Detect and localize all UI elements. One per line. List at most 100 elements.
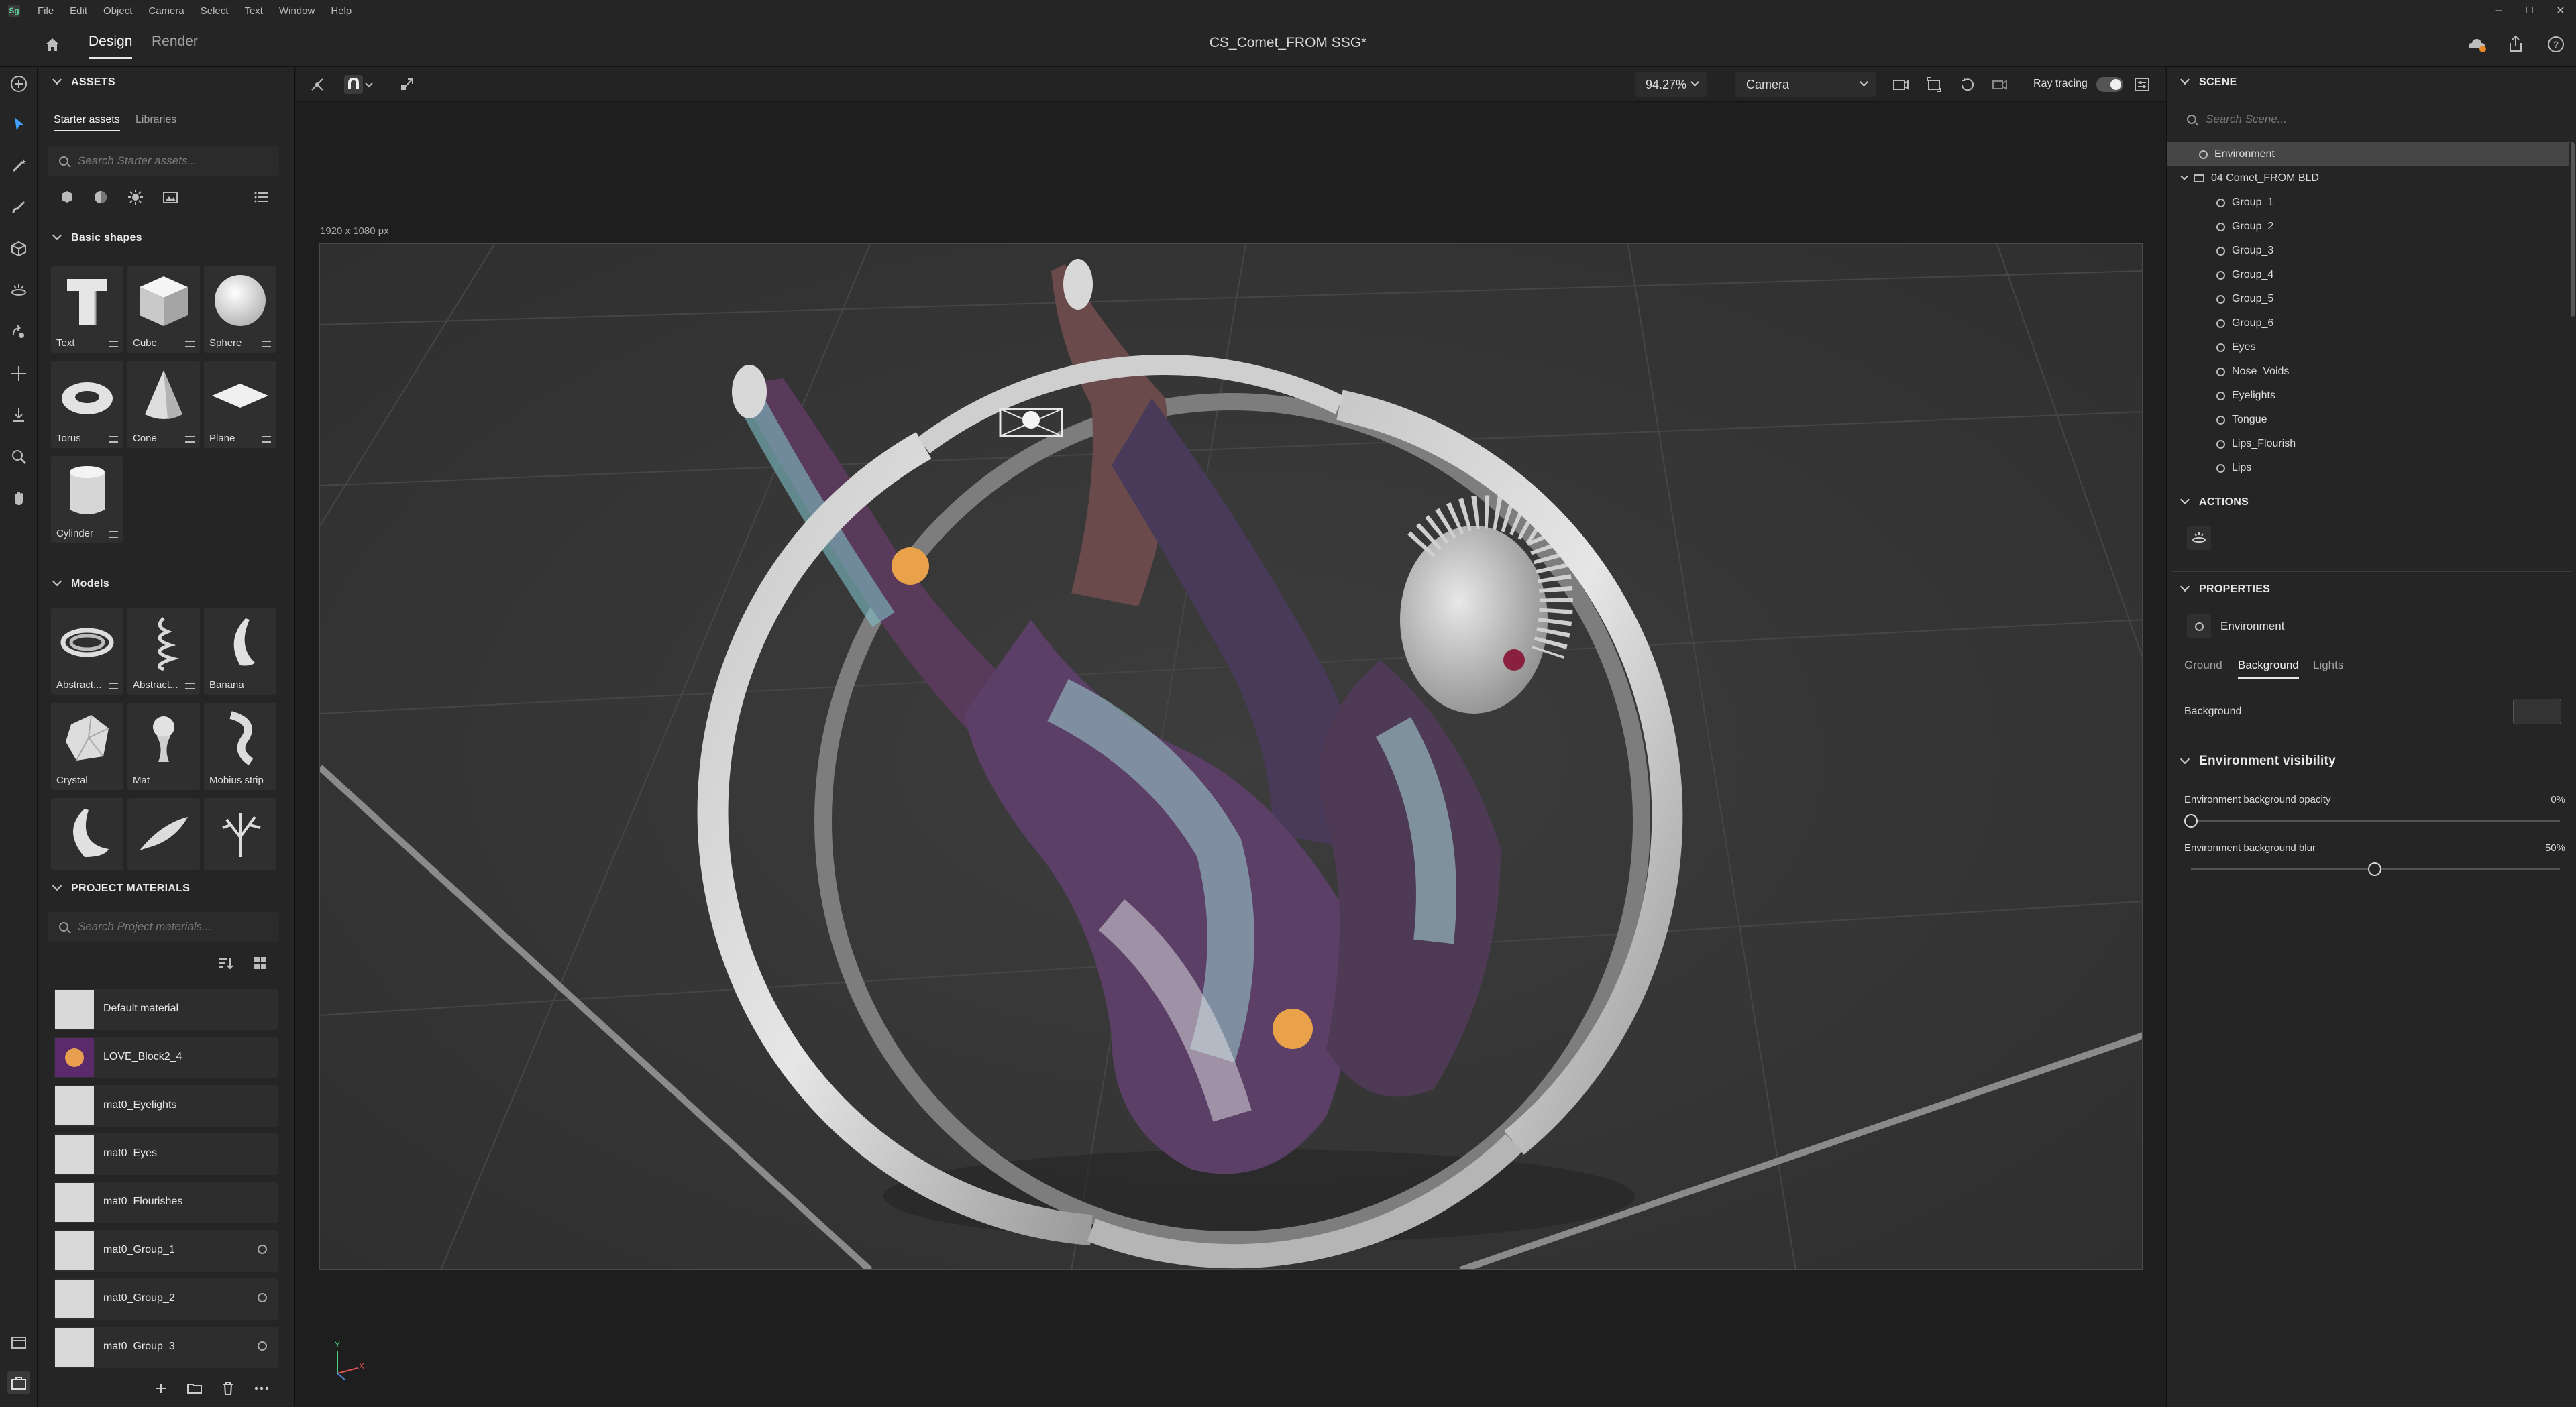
tree-item-group[interactable]: Nose_Voids [2167,359,2569,384]
camera-view-icon[interactable] [1891,75,1910,94]
sort-icon[interactable] [216,954,235,972]
shape-tile-sphere[interactable]: Sphere [204,266,276,353]
model-tile-abstract-1[interactable]: Abstract... [51,608,123,695]
tree-item-root-group[interactable]: 04 Comet_FROM BLD [2167,166,2569,190]
scene-section-header[interactable]: SCENE [2180,74,2237,89]
model-tile-crescent[interactable] [51,798,123,870]
basic-shapes-header[interactable]: Basic shapes [52,230,142,244]
options-icon[interactable] [185,436,195,443]
tree-item-group[interactable]: Lips_Flourish [2167,432,2569,456]
add-material-icon[interactable] [152,1379,170,1398]
close-icon[interactable]: ✕ [2545,0,2576,21]
ray-tracing-toggle[interactable] [2096,77,2123,92]
tree-item-group[interactable]: Group_5 [2167,287,2569,311]
render-settings-icon[interactable] [2133,75,2151,94]
model-tile-crystal[interactable]: Crystal [51,703,123,790]
opacity-slider-track[interactable] [2191,820,2560,822]
zoom-icon[interactable] [7,445,30,468]
snap-magnet-icon[interactable] [344,75,363,94]
cube-tool-icon[interactable] [7,237,30,260]
zoom-dropdown[interactable]: 94.27% [1635,72,1707,97]
options-icon[interactable] [109,341,118,347]
snap-dropdown-icon[interactable] [364,75,374,94]
shape-tile-torus[interactable]: Torus [51,361,123,448]
align-icon[interactable] [398,75,417,94]
scene-scrollbar[interactable] [2571,142,2575,317]
model-tile-coral[interactable] [204,798,276,870]
environment-action-icon[interactable] [2187,526,2211,550]
options-icon[interactable] [262,341,271,347]
camera-bookmark-icon[interactable] [1990,75,2009,94]
assets-section-header[interactable]: ASSETS [52,74,115,89]
shape-tile-cone[interactable]: Cone [127,361,200,448]
models-filter-icon[interactable] [58,188,76,207]
grid-view-icon[interactable] [251,954,270,972]
options-icon[interactable] [262,436,271,443]
material-row[interactable]: mat0_Eyes [54,1133,278,1175]
model-tile-feather[interactable] [127,798,200,870]
material-row[interactable]: Default material [54,989,278,1030]
model-tile-mobius-strip[interactable]: Mobius strip [204,703,276,790]
tree-item-group[interactable]: Group_1 [2167,190,2569,215]
assets-panel-icon[interactable] [7,1371,30,1394]
materials-search-input[interactable]: Search Project materials... [48,912,279,942]
tab-lights[interactable]: Lights [2313,659,2343,679]
minimize-icon[interactable]: – [2483,0,2514,21]
select-tool-icon[interactable] [7,113,30,135]
move-icon[interactable] [7,362,30,385]
options-icon[interactable] [185,341,195,347]
tree-item-group[interactable]: Lips [2167,456,2569,480]
cloud-sync-icon[interactable] [2466,34,2487,55]
shape-tile-cylinder[interactable]: Cylinder [51,456,123,543]
material-row[interactable]: mat0_Flourishes [54,1182,278,1223]
material-row[interactable]: mat0_Group_2 [54,1278,278,1320]
menu-select[interactable]: Select [193,5,237,17]
actions-section-header[interactable]: ACTIONS [2180,494,2249,508]
options-icon[interactable] [109,436,118,443]
scene-search-input[interactable]: Search Scene... [2176,105,2565,134]
tree-item-group[interactable]: Group_4 [2167,263,2569,287]
menu-camera[interactable]: Camera [140,5,192,17]
shape-tile-plane[interactable]: Plane [204,361,276,448]
tab-render[interactable]: Render [152,34,198,59]
models-header[interactable]: Models [52,576,109,590]
tree-item-environment[interactable]: Environment [2167,142,2569,166]
maximize-icon[interactable]: □ [2514,0,2545,21]
tree-item-group[interactable]: Eyes [2167,335,2569,359]
menu-help[interactable]: Help [323,5,360,17]
tree-item-group[interactable]: Group_6 [2167,311,2569,335]
chevron-down-icon[interactable] [2180,172,2188,180]
drop-to-ground-icon[interactable] [7,404,30,427]
options-icon[interactable] [109,531,118,538]
background-color-swatch[interactable] [2513,699,2561,724]
materials-filter-icon[interactable] [91,188,110,207]
options-icon[interactable] [185,683,195,689]
subtab-starter-assets[interactable]: Starter assets [54,114,120,131]
model-tile-banana[interactable]: Banana [204,608,276,695]
blur-slider-handle[interactable] [2368,862,2381,876]
options-icon[interactable] [109,683,118,689]
menu-file[interactable]: File [30,5,62,17]
light-tool-icon[interactable] [7,279,30,302]
list-view-icon[interactable] [252,188,271,207]
archive-icon[interactable] [7,1331,30,1354]
images-filter-icon[interactable] [161,188,180,207]
project-materials-header[interactable]: PROJECT MATERIALS [52,881,190,895]
material-row[interactable]: mat0_Group_1 [54,1230,278,1272]
tree-item-group[interactable]: Group_3 [2167,239,2569,263]
menu-window[interactable]: Window [271,5,323,17]
transform-icon[interactable] [308,75,327,94]
render-canvas[interactable] [319,243,2143,1270]
properties-section-header[interactable]: PROPERTIES [2180,581,2270,596]
lights-filter-icon[interactable] [126,188,145,207]
delete-icon[interactable] [219,1379,237,1398]
camera-dropdown[interactable]: Camera [1735,72,1876,97]
hand-icon[interactable] [7,487,30,510]
tab-ground[interactable]: Ground [2184,659,2222,679]
menu-object[interactable]: Object [95,5,140,17]
material-row[interactable]: mat0_Eyelights [54,1085,278,1127]
frame-icon[interactable] [1925,75,1943,94]
tab-background[interactable]: Background [2238,659,2299,679]
menu-text[interactable]: Text [236,5,271,17]
more-icon[interactable] [252,1379,271,1398]
